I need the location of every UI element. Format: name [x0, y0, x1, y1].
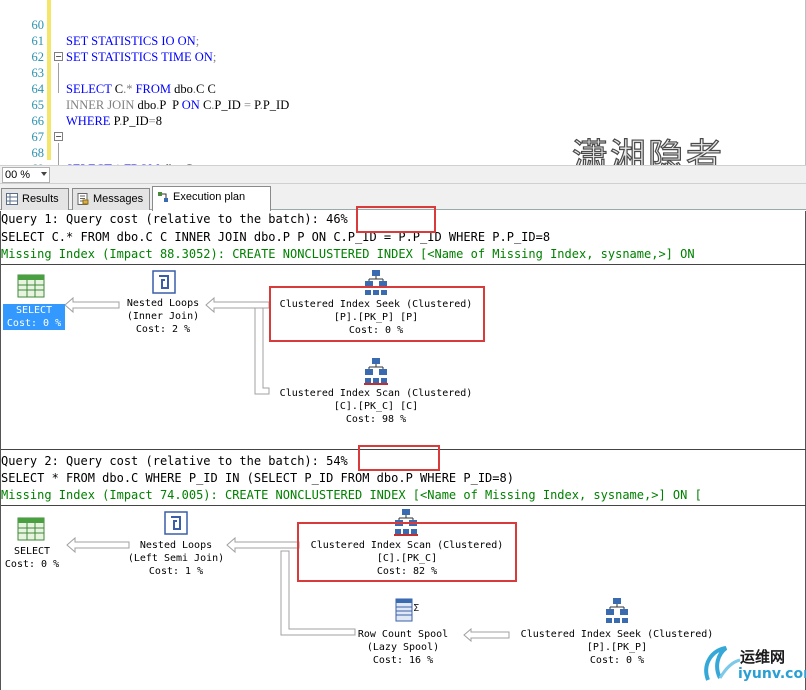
tab-results[interactable]: Results	[1, 188, 69, 210]
node-title: Row Count Spool	[357, 629, 449, 640]
q2-nested-loops-node[interactable]: Nested Loops (Left Semi Join) Cost: 1 %	[119, 539, 233, 578]
grid-icon	[6, 193, 18, 205]
select-icon[interactable]	[17, 274, 45, 298]
q1-select-node[interactable]: SELECT Cost: 0 %	[3, 304, 65, 330]
node-title: Nested Loops	[139, 540, 213, 551]
zoom-dropdown[interactable]: 00 %	[2, 167, 50, 183]
editor-status-strip: 00 %	[0, 165, 806, 184]
node-cost: Cost: 0 %	[589, 655, 645, 666]
code-line-61[interactable]: 61 SET STATISTICS TIME ON;	[0, 17, 800, 64]
tab-execution-plan[interactable]: Execution plan	[152, 186, 271, 211]
zoom-value: 00 %	[5, 169, 31, 181]
execution-plan-pane[interactable]: Query 1: Query cost (relative to the bat…	[0, 206, 806, 690]
execution-plan-icon	[158, 192, 168, 202]
node-title: Clustered Index Seek (Clustered)	[520, 629, 714, 640]
node-cost: Cost: 16 %	[372, 655, 434, 666]
site-logo: 运维网 iyunv.com	[700, 640, 806, 690]
q2-select-node[interactable]: SELECT Cost: 0 %	[1, 545, 63, 571]
tab-messages[interactable]: Messages	[72, 188, 150, 210]
q2-clustered-index-seek-node[interactable]: Clustered Index Seek (Clustered) [P].[PK…	[509, 628, 725, 667]
clustered-index-scan-icon[interactable]	[363, 357, 389, 385]
node-title: Nested Loops	[126, 298, 200, 309]
code-line-64[interactable]: 64 INNER JOIN dbo.P P ON C.P_ID = P.P_ID	[0, 65, 800, 112]
node-cost: Cost: 2 %	[135, 324, 191, 335]
logo-domain: iyunv.com	[738, 666, 806, 682]
highlight-box	[297, 522, 517, 582]
node-subtitle: (Left Semi Join)	[127, 553, 225, 564]
node-cost: Cost: 0 %	[4, 559, 60, 570]
highlight-box	[269, 286, 485, 342]
nested-loops-icon[interactable]	[163, 510, 189, 536]
tab-label: Execution plan	[173, 191, 246, 203]
row-count-spool-icon[interactable]: Σ	[393, 597, 421, 625]
chevron-down-icon	[41, 172, 47, 176]
logo-swoosh-icon	[704, 646, 741, 681]
node-subtitle: [C].[PK_C] [C]	[333, 401, 419, 412]
node-cost: Cost: 1 %	[148, 566, 204, 577]
node-subtitle: (Lazy Spool)	[366, 642, 440, 653]
node-title: Clustered Index Scan (Clustered)	[279, 388, 473, 399]
sql-editor[interactable]: 60 SET STATISTICS IO ON; 61 SET STATISTI…	[0, 0, 806, 192]
code-line-66[interactable]: 66	[0, 97, 800, 128]
code-line-67[interactable]: 67	[0, 113, 800, 144]
code-line-60[interactable]: 60 SET STATISTICS IO ON;	[0, 1, 800, 48]
code-line-63[interactable]: 63 SELECT C.* FROM dbo.C C	[0, 49, 800, 96]
q1-nested-loops-node[interactable]: Nested Loops (Inner Join) Cost: 2 %	[111, 297, 215, 336]
logo-text: 运维网	[740, 648, 786, 666]
node-cost: Cost: 98 %	[345, 414, 407, 425]
tab-label: Results	[22, 193, 59, 205]
code-line-62[interactable]: 62	[0, 33, 800, 64]
nested-loops-icon[interactable]	[151, 269, 177, 295]
q1-clustered-index-scan-node[interactable]: Clustered Index Scan (Clustered) [C].[PK…	[269, 387, 483, 426]
node-title: SELECT	[13, 546, 51, 557]
messages-icon	[77, 193, 89, 205]
node-title: SELECT	[15, 305, 53, 316]
tab-label: Messages	[93, 193, 144, 205]
clustered-index-seek-icon[interactable]	[604, 597, 630, 625]
select-icon[interactable]	[17, 517, 45, 541]
node-subtitle: (Inner Join)	[126, 311, 200, 322]
q2-row-count-spool-node[interactable]: Row Count Spool (Lazy Spool) Cost: 16 %	[341, 628, 465, 667]
node-subtitle: [P].[PK_P]	[586, 642, 648, 653]
code-line-65[interactable]: 65 WHERE P.P_ID=8	[0, 81, 800, 128]
svg-text:Σ: Σ	[413, 603, 419, 614]
node-cost: Cost: 0 %	[6, 318, 62, 329]
